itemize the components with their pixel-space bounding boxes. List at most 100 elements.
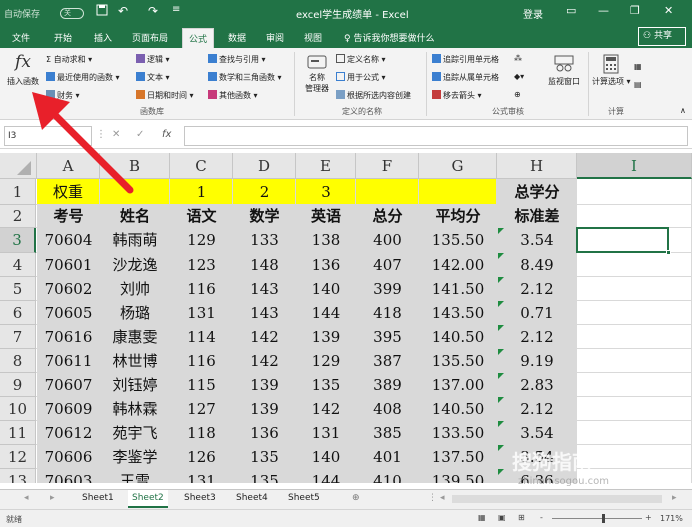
define-name-button[interactable]: 定义名称 ▾	[336, 54, 386, 65]
cell[interactable]: 总分	[356, 205, 419, 228]
cell[interactable]: 385	[356, 421, 419, 445]
cell[interactable]: 姓名	[100, 205, 170, 228]
cell[interactable]: 70607	[37, 373, 100, 397]
redo-icon[interactable]: ↷	[148, 4, 158, 18]
cell[interactable]: 142	[233, 325, 296, 349]
cell[interactable]: 114	[170, 325, 233, 349]
insert-function-icon[interactable]: fx	[162, 129, 171, 140]
cell[interactable]: 387	[356, 349, 419, 373]
autosave-toggle[interactable]: 关	[60, 8, 84, 19]
cell[interactable]: 389	[356, 373, 419, 397]
cell[interactable]: 144	[296, 469, 356, 483]
cell[interactable]: 70609	[37, 397, 100, 421]
cell[interactable]: 400	[356, 228, 419, 253]
cell[interactable]: 135	[233, 445, 296, 469]
cell[interactable]: 129	[170, 228, 233, 253]
column-header-D[interactable]: D	[233, 153, 296, 179]
cell[interactable]: 135	[296, 373, 356, 397]
sheet-tab[interactable]: Sheet5	[284, 490, 324, 508]
cell[interactable]: 116	[170, 277, 233, 301]
row-header-13[interactable]: 13	[0, 469, 36, 483]
cell[interactable]: 标准差	[497, 205, 577, 228]
add-sheet-icon[interactable]: ⊕	[348, 490, 364, 508]
cell[interactable]: 70604	[37, 228, 100, 253]
cell[interactable]: 135.50	[419, 228, 497, 253]
trace-precedents-button[interactable]: 追踪引用单元格	[432, 54, 499, 65]
column-header-I[interactable]: I	[577, 153, 692, 179]
cell[interactable]: 语文	[170, 205, 233, 228]
watch-window-button[interactable]: 监视窗口	[544, 54, 584, 87]
use-in-formula-button[interactable]: 用于公式 ▾	[336, 72, 386, 83]
logical-button[interactable]: 逻辑 ▾	[136, 54, 170, 65]
zoom-in-button[interactable]: +	[645, 513, 652, 522]
cell[interactable]: 数学	[233, 205, 296, 228]
column-header-C[interactable]: C	[170, 153, 233, 179]
remove-arrows-button[interactable]: 移去箭头 ▾	[432, 90, 482, 101]
cell[interactable]: 127	[170, 397, 233, 421]
scroll-left-icon[interactable]: ◂	[436, 490, 449, 508]
cell[interactable]: 康惠雯	[100, 325, 170, 349]
tab-file[interactable]: 文件	[12, 31, 30, 44]
row-header-4[interactable]: 4	[0, 253, 36, 277]
column-header-E[interactable]: E	[296, 153, 356, 179]
cell[interactable]: 142	[233, 349, 296, 373]
cell[interactable]: 118	[170, 421, 233, 445]
cell[interactable]: 考号	[37, 205, 100, 228]
cell[interactable]: 142.00	[419, 253, 497, 277]
cell[interactable]: 139	[233, 373, 296, 397]
tab-formulas[interactable]: 公式	[182, 28, 215, 48]
cell[interactable]: 143	[233, 301, 296, 325]
cell[interactable]: 杨璐	[100, 301, 170, 325]
row-header-3[interactable]: 3	[0, 228, 36, 253]
cell[interactable]: 139.50	[419, 469, 497, 483]
cell[interactable]: 131	[170, 301, 233, 325]
cell[interactable]: 418	[356, 301, 419, 325]
zoom-out-button[interactable]: -	[540, 513, 543, 522]
cell[interactable]: 林世博	[100, 349, 170, 373]
cell[interactable]: 李鉴学	[100, 445, 170, 469]
horizontal-scrollbar[interactable]	[452, 495, 662, 503]
cell[interactable]: 70602	[37, 277, 100, 301]
cell[interactable]: 143.50	[419, 301, 497, 325]
next-sheet-icon[interactable]: ▸	[46, 490, 59, 508]
cell[interactable]: 148	[233, 253, 296, 277]
name-manager-button[interactable]: 名称 管理器	[300, 54, 334, 94]
calc-options-button[interactable]: 计算选项 ▾	[592, 54, 631, 87]
cell[interactable]: 70605	[37, 301, 100, 325]
sheet-tab[interactable]: Sheet3	[180, 490, 220, 508]
insert-function-button[interactable]: fx 插入函数	[4, 52, 42, 87]
cell[interactable]: 70601	[37, 253, 100, 277]
date-time-button[interactable]: 日期和时间 ▾	[136, 90, 194, 101]
tell-me-box[interactable]: ♀ 告诉我你想要做什么	[344, 31, 434, 44]
error-checking-icon[interactable]: ◆▾	[514, 72, 524, 81]
tab-insert[interactable]: 插入	[94, 31, 112, 44]
cell[interactable]: 129	[296, 349, 356, 373]
cell[interactable]: 136	[233, 421, 296, 445]
cell[interactable]: 395	[356, 325, 419, 349]
column-header-G[interactable]: G	[419, 153, 497, 179]
login-link[interactable]: 登录	[523, 6, 543, 21]
cell[interactable]: 0.71	[497, 301, 577, 325]
cell[interactable]: 8.49	[497, 253, 577, 277]
cell[interactable]: 韩雨萌	[100, 228, 170, 253]
cell[interactable]: 70616	[37, 325, 100, 349]
save-icon[interactable]	[96, 4, 108, 19]
cell[interactable]: 140.50	[419, 325, 497, 349]
cell[interactable]: 刘帅	[100, 277, 170, 301]
cell[interactable]: 70612	[37, 421, 100, 445]
cell[interactable]: 70611	[37, 349, 100, 373]
show-formulas-icon[interactable]: ⁂	[514, 54, 522, 63]
cell[interactable]: 1	[170, 179, 233, 205]
fill-handle[interactable]	[666, 250, 671, 255]
cell[interactable]: 141.50	[419, 277, 497, 301]
more-functions-button[interactable]: 其他函数 ▾	[208, 90, 258, 101]
cell[interactable]: 131	[170, 469, 233, 483]
evaluate-formula-icon[interactable]: ⊕	[514, 90, 521, 99]
tab-data[interactable]: 数据	[228, 31, 246, 44]
share-button[interactable]: ⚇ 共享	[638, 27, 686, 46]
trace-dependents-button[interactable]: 追踪从属单元格	[432, 72, 499, 83]
math-trig-button[interactable]: 数学和三角函数 ▾	[208, 72, 282, 83]
sheet-tab[interactable]: Sheet4	[232, 490, 272, 508]
cell[interactable]: 2.12	[497, 397, 577, 421]
cell[interactable]: 139	[233, 397, 296, 421]
